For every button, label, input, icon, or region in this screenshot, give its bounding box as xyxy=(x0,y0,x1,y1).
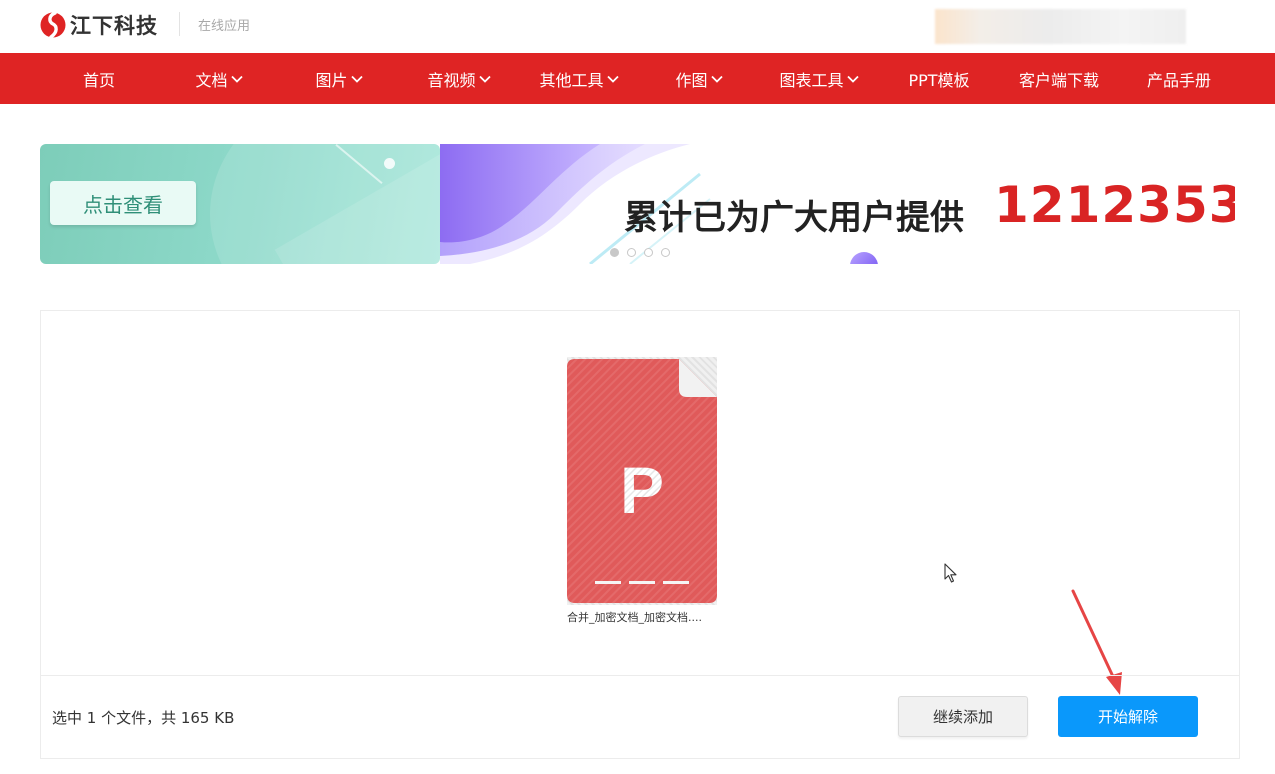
chevron-down-icon xyxy=(710,75,723,83)
promo-banner-right[interactable]: 累计已为广大用户提供 12123532 xyxy=(440,144,1235,264)
annotation-arrow-icon xyxy=(1071,589,1122,695)
chevron-down-icon xyxy=(478,75,491,83)
chevron-down-icon xyxy=(350,75,363,83)
nav-item-home[interactable]: 首页 xyxy=(59,53,139,104)
nav-item-other-tools[interactable]: 其他工具 xyxy=(524,53,634,104)
brand-subtitle: 在线应用 xyxy=(198,19,251,34)
nav-item-ppt-templates[interactable]: PPT模板 xyxy=(889,53,989,104)
nav-item-label: 文档 xyxy=(195,70,228,90)
nav-item-docs[interactable]: 文档 xyxy=(179,53,259,104)
nav-item-label: 产品手册 xyxy=(1146,70,1211,90)
nav-item-label: 首页 xyxy=(82,70,115,90)
nav-item-label: 客户端下载 xyxy=(1018,70,1099,90)
nav-item-client-download[interactable]: 客户端下载 xyxy=(1004,53,1114,104)
carousel-indicators xyxy=(610,248,678,257)
carousel-dot[interactable] xyxy=(661,248,670,257)
carousel-dot[interactable] xyxy=(627,248,636,257)
nav-item-media[interactable]: 音视频 xyxy=(409,53,509,104)
logo-mark-icon xyxy=(40,11,66,39)
brand-name: 江下科技 xyxy=(70,14,158,38)
top-bar: 江下科技 在线应用 xyxy=(0,0,1275,53)
ppt-file-icon: P xyxy=(567,359,717,603)
nav-item-manual[interactable]: 产品手册 xyxy=(1134,53,1224,104)
nav-item-label: 图表工具 xyxy=(779,70,844,90)
nav-item-images[interactable]: 图片 xyxy=(299,53,379,104)
chevron-down-icon xyxy=(230,75,243,83)
nav-item-chart-tools[interactable]: 图表工具 xyxy=(764,53,874,104)
nav-item-label: 图片 xyxy=(315,70,348,90)
banner-decoration xyxy=(384,158,395,169)
nav-item-label: 其他工具 xyxy=(539,70,604,90)
carousel-dot[interactable] xyxy=(610,248,619,257)
carousel-dot[interactable] xyxy=(644,248,653,257)
file-card[interactable]: P xyxy=(567,357,717,605)
logo-divider xyxy=(179,12,180,36)
panel-divider xyxy=(41,675,1239,676)
nav-item-drawing[interactable]: 作图 xyxy=(659,53,739,104)
user-counter: 12123532 xyxy=(994,176,1235,234)
mouse-cursor-icon xyxy=(944,563,957,583)
chevron-down-icon xyxy=(606,75,619,83)
view-details-button[interactable]: 点击查看 xyxy=(50,181,196,225)
logo[interactable]: 江下科技 xyxy=(40,10,158,40)
user-area-blurred[interactable] xyxy=(935,9,1186,44)
banner-tagline: 累计已为广大用户提供 xyxy=(624,198,964,238)
start-decrypt-button[interactable]: 开始解除 xyxy=(1058,696,1198,737)
file-type-letter: P xyxy=(620,453,664,527)
chevron-down-icon xyxy=(846,75,859,83)
nav-item-label: 音视频 xyxy=(427,70,476,90)
nav-item-label: PPT模板 xyxy=(908,70,970,90)
add-more-button[interactable]: 继续添加 xyxy=(898,696,1028,737)
upload-panel: P 合并_加密文档_加密文档.... 选中 1 个文件，共 165 KB 继续添… xyxy=(40,310,1240,759)
selection-status: 选中 1 个文件，共 165 KB xyxy=(52,709,235,727)
nav-item-label: 作图 xyxy=(675,70,708,90)
promo-banner-left[interactable]: 点击查看 xyxy=(40,144,440,264)
file-name: 合并_加密文档_加密文档.... xyxy=(567,611,702,624)
main-nav: 首页 文档 图片 音视频 其他工具 作图 图表工具 PPT模板 客户端下载 产品… xyxy=(0,53,1275,104)
